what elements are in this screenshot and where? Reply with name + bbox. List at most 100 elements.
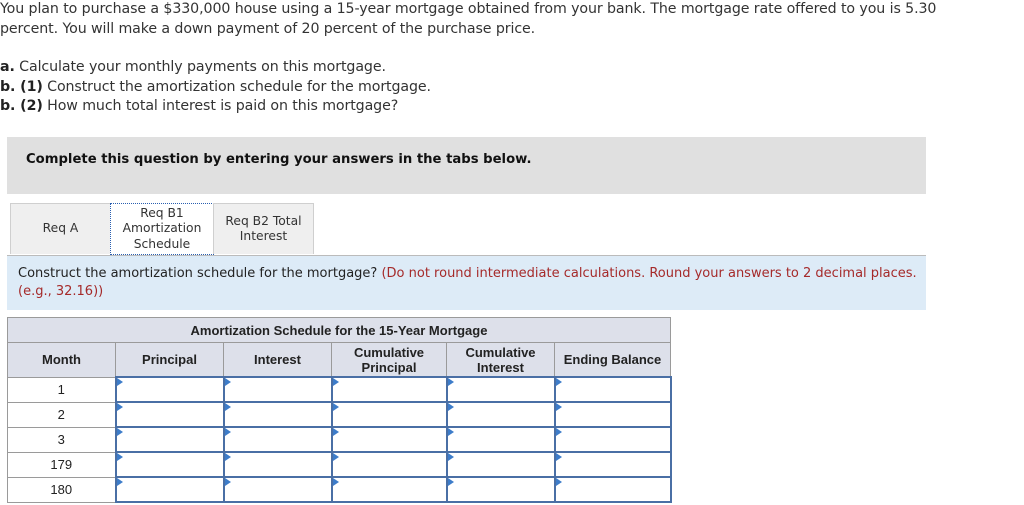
problem-part-a: a. Calculate your monthly payments on th… xyxy=(0,58,1020,78)
column-header-cumulative-principal: Cumulative Principal xyxy=(331,342,447,378)
input-marker-icon xyxy=(116,403,123,411)
tab-req-b2-total-interest[interactable]: Req B2 Total Interest xyxy=(213,203,314,254)
table-row: 1 xyxy=(7,376,672,403)
input-marker-icon xyxy=(332,403,339,411)
interest-input[interactable] xyxy=(224,428,331,451)
problem-intro-line-1: You plan to purchase a $330,000 house us… xyxy=(0,1,937,17)
cum-principal-input[interactable] xyxy=(332,453,446,476)
ending-balance-cell xyxy=(553,376,672,403)
cum-interest-input[interactable] xyxy=(447,403,554,426)
principal-input[interactable] xyxy=(116,378,223,401)
interest-cell xyxy=(222,376,333,403)
principal-cell xyxy=(114,451,225,478)
tab-req-b1-amortization-schedule[interactable]: Req B1 Amortization Schedule xyxy=(110,203,214,255)
month-cell: 3 xyxy=(7,426,116,453)
input-marker-icon xyxy=(555,428,562,436)
cum-principal-cell xyxy=(330,401,448,428)
column-header-ending-balance: Ending Balance xyxy=(554,342,671,378)
problem-part-b2: b. (2) How much total interest is paid o… xyxy=(0,97,1020,117)
input-marker-icon xyxy=(447,428,454,436)
question-instructions: Construct the amortization schedule for … xyxy=(7,255,926,310)
input-marker-icon xyxy=(116,378,123,386)
table-row: 3 xyxy=(7,426,672,453)
ending-balance-cell xyxy=(553,401,672,428)
cum-principal-cell xyxy=(330,476,448,503)
principal-input[interactable] xyxy=(116,478,223,501)
table-row: 179 xyxy=(7,451,672,478)
input-marker-icon xyxy=(224,403,231,411)
input-marker-icon xyxy=(116,428,123,436)
interest-input[interactable] xyxy=(224,378,331,401)
part-label: a. xyxy=(0,59,15,75)
problem-part-b1: b. (1) Construct the amortization schedu… xyxy=(0,78,1020,98)
cum-principal-input[interactable] xyxy=(332,478,446,501)
amortization-table: Amortization Schedule for the 15-Year Mo… xyxy=(7,317,672,503)
input-marker-icon xyxy=(555,453,562,461)
cum-principal-input[interactable] xyxy=(332,428,446,451)
input-marker-icon xyxy=(332,478,339,486)
principal-input[interactable] xyxy=(116,428,223,451)
ending-balance-cell xyxy=(553,476,672,503)
interest-cell xyxy=(222,426,333,453)
cum-interest-input[interactable] xyxy=(447,478,554,501)
principal-cell xyxy=(114,476,225,503)
table-row: 2 xyxy=(7,401,672,428)
part-text: Calculate your monthly payments on this … xyxy=(14,59,386,75)
problem-parts: a. Calculate your monthly payments on th… xyxy=(0,58,1020,117)
cum-principal-input[interactable] xyxy=(332,403,446,426)
ending-balance-input[interactable] xyxy=(555,428,670,451)
input-marker-icon xyxy=(224,478,231,486)
cum-interest-cell xyxy=(445,426,556,453)
ending-balance-input[interactable] xyxy=(555,403,670,426)
input-marker-icon xyxy=(555,478,562,486)
input-marker-icon xyxy=(447,378,454,386)
instructions-main: Construct the amortization schedule for … xyxy=(18,266,382,281)
column-header-interest: Interest xyxy=(223,342,332,378)
month-cell: 179 xyxy=(7,451,116,478)
cum-interest-input[interactable] xyxy=(447,378,554,401)
input-marker-icon xyxy=(224,378,231,386)
cum-interest-input[interactable] xyxy=(447,453,554,476)
banner-text: Complete this question by entering your … xyxy=(26,152,532,167)
input-marker-icon xyxy=(447,478,454,486)
interest-input[interactable] xyxy=(224,478,331,501)
cum-principal-cell xyxy=(330,376,448,403)
input-marker-icon xyxy=(555,403,562,411)
interest-input[interactable] xyxy=(224,453,331,476)
month-cell: 1 xyxy=(7,376,116,403)
cum-principal-cell xyxy=(330,451,448,478)
tab-label-line-3: Schedule xyxy=(133,236,191,251)
tab-label-line-1: Req B2 Total xyxy=(225,213,302,228)
input-marker-icon xyxy=(447,453,454,461)
principal-cell xyxy=(114,401,225,428)
column-header-principal: Principal xyxy=(115,342,224,378)
column-header-month: Month xyxy=(7,342,116,378)
problem-statement: You plan to purchase a $330,000 house us… xyxy=(0,0,1020,117)
ending-balance-input[interactable] xyxy=(555,478,670,501)
part-text: Construct the amortization schedule for … xyxy=(42,78,431,95)
interest-cell xyxy=(222,401,333,428)
part-label: b. (2) xyxy=(0,98,43,114)
cum-interest-input[interactable] xyxy=(447,428,554,451)
principal-cell xyxy=(114,426,225,453)
principal-input[interactable] xyxy=(116,403,223,426)
input-marker-icon xyxy=(116,453,123,461)
tab-req-a[interactable]: Req A xyxy=(10,203,111,254)
cum-interest-cell xyxy=(445,376,556,403)
table-title: Amortization Schedule for the 15-Year Mo… xyxy=(7,317,671,343)
input-marker-icon xyxy=(224,428,231,436)
input-marker-icon xyxy=(332,378,339,386)
cum-interest-cell xyxy=(445,476,556,503)
input-marker-icon xyxy=(332,428,339,436)
month-cell: 2 xyxy=(7,401,116,428)
interest-input[interactable] xyxy=(224,403,331,426)
table-header-row: Month Principal Interest Cumulative Princ… xyxy=(7,342,671,378)
ending-balance-input[interactable] xyxy=(555,453,670,476)
tab-label-line-2: Interest xyxy=(239,229,288,243)
cum-interest-cell xyxy=(445,451,556,478)
ending-balance-input[interactable] xyxy=(555,378,670,401)
principal-input[interactable] xyxy=(116,453,223,476)
part-label: b. (1) xyxy=(0,78,43,95)
tab-label: Req A xyxy=(42,221,79,236)
cum-principal-input[interactable] xyxy=(332,378,446,401)
